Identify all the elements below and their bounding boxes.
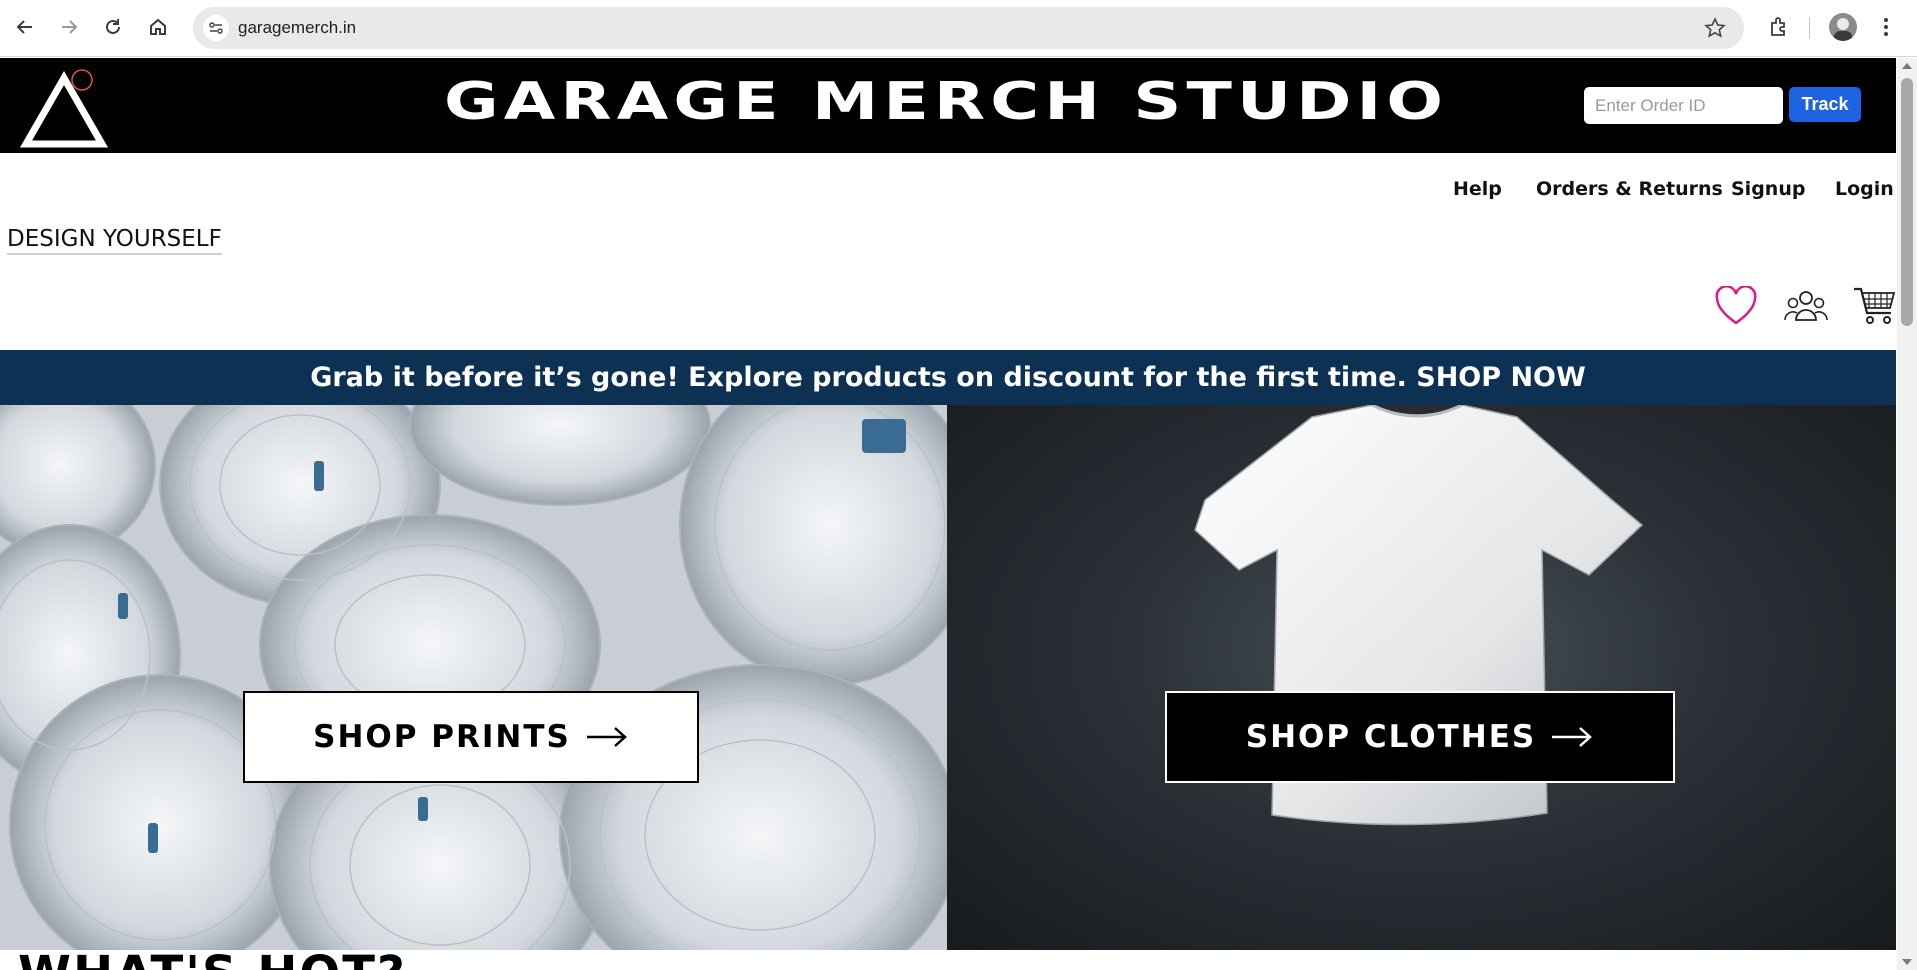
site-info-icon[interactable] bbox=[203, 15, 229, 41]
promo-banner[interactable]: Grab it before it’s gone! Explore produc… bbox=[0, 350, 1896, 405]
bookmark-star-icon[interactable] bbox=[1704, 17, 1726, 43]
shop-prints-label: SHOP PRINTS bbox=[313, 719, 571, 755]
shop-clothes-button[interactable]: SHOP CLOTHES bbox=[1165, 691, 1675, 783]
users-icon[interactable] bbox=[1784, 284, 1828, 328]
menu-orders-returns[interactable]: Orders & Returns bbox=[1536, 178, 1723, 200]
browser-toolbar: garagemerch.in bbox=[0, 0, 1917, 57]
browser-menu-icon[interactable] bbox=[1876, 13, 1896, 41]
design-yourself-link[interactable]: DESIGN YOURSELF bbox=[7, 226, 222, 255]
cart-icon[interactable] bbox=[1852, 284, 1896, 328]
arrow-right-icon bbox=[1550, 725, 1594, 749]
shop-clothes-hero[interactable]: SHOP CLOTHES bbox=[947, 405, 1896, 950]
menu-login[interactable]: Login bbox=[1835, 178, 1894, 200]
tshirt-image bbox=[1194, 405, 1644, 826]
toolbar-divider bbox=[1809, 17, 1810, 39]
track-button[interactable]: Track bbox=[1789, 87, 1861, 122]
avatar[interactable] bbox=[1829, 13, 1857, 41]
menu-signup[interactable]: Signup bbox=[1731, 178, 1805, 200]
forward-button[interactable] bbox=[54, 12, 84, 42]
page-viewport: GARAGE MERCH STUDIO Track Help Orders & … bbox=[0, 58, 1896, 970]
scrollbar-thumb[interactable] bbox=[1901, 78, 1913, 326]
scroll-up-icon[interactable] bbox=[1902, 63, 1912, 69]
page-scrollbar[interactable] bbox=[1897, 58, 1917, 970]
menu-help[interactable]: Help bbox=[1453, 178, 1502, 200]
site-header: GARAGE MERCH STUDIO Track bbox=[0, 58, 1896, 153]
extensions-icon[interactable] bbox=[1765, 13, 1793, 41]
url-text[interactable]: garagemerch.in bbox=[238, 18, 356, 38]
heart-icon[interactable] bbox=[1714, 284, 1758, 328]
shop-clothes-label: SHOP CLOTHES bbox=[1245, 719, 1537, 755]
home-button[interactable] bbox=[143, 12, 173, 42]
order-id-input[interactable] bbox=[1584, 87, 1783, 124]
back-button[interactable] bbox=[10, 12, 40, 42]
shop-prints-button[interactable]: SHOP PRINTS bbox=[243, 691, 699, 783]
reload-button[interactable] bbox=[98, 12, 128, 42]
section-heading: WHAT'S HOT? bbox=[18, 946, 407, 970]
scroll-down-icon[interactable] bbox=[1902, 959, 1912, 965]
arrow-right-icon bbox=[585, 725, 629, 749]
address-bar[interactable]: garagemerch.in bbox=[193, 7, 1744, 49]
shop-prints-hero[interactable]: SHOP PRINTS bbox=[0, 405, 947, 950]
fabric-rolls-image bbox=[0, 405, 947, 950]
